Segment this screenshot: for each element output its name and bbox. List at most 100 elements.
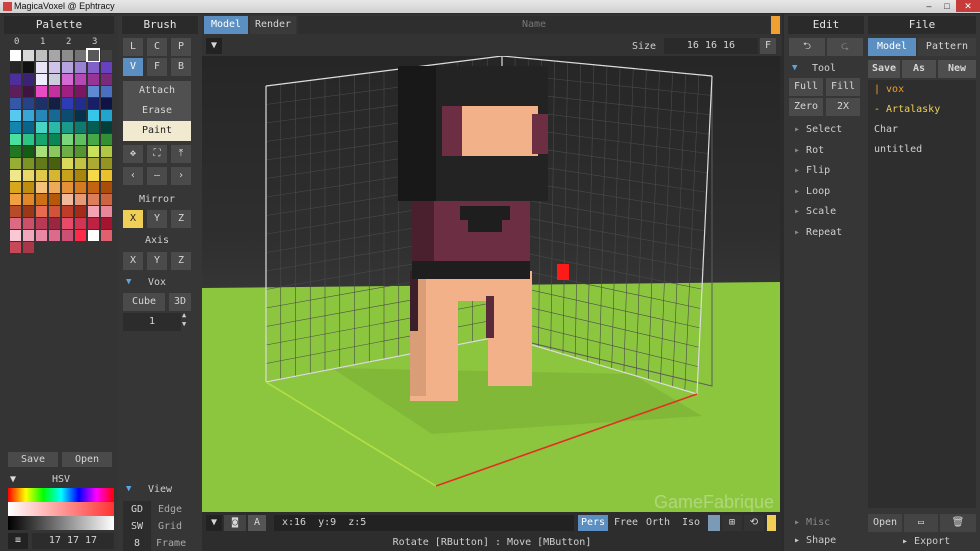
edge-toggle[interactable]: Edge <box>158 504 182 515</box>
file-list-item[interactable]: Char <box>874 124 898 135</box>
palette-swatch[interactable] <box>23 134 34 145</box>
misc-item[interactable]: ▸ Misc <box>794 517 830 528</box>
palette-swatch[interactable] <box>36 158 47 169</box>
palette-swatch[interactable] <box>88 182 99 193</box>
palette-swatch[interactable] <box>23 206 34 217</box>
menu-icon[interactable]: ≡ <box>8 533 28 549</box>
file-tab-pattern[interactable]: Pattern <box>918 38 976 56</box>
palette-swatch[interactable] <box>49 50 60 61</box>
palette-swatch[interactable] <box>101 134 112 145</box>
sw-toggle[interactable]: SW <box>123 518 151 536</box>
saturation-slider[interactable] <box>8 502 114 516</box>
palette-swatch[interactable] <box>23 146 34 157</box>
mirror-y-button[interactable]: Y <box>147 210 167 228</box>
palette-swatch[interactable] <box>10 146 21 157</box>
palette-swatch[interactable] <box>101 74 112 85</box>
palette-swatch[interactable] <box>101 194 112 205</box>
palette-swatch[interactable] <box>62 170 73 181</box>
palette-swatch[interactable] <box>49 170 60 181</box>
close-button[interactable]: ✕ <box>956 0 980 12</box>
view-cube-icon[interactable] <box>708 515 720 531</box>
edit-item-select[interactable]: ▸ Select <box>794 124 842 135</box>
palette-swatch[interactable] <box>10 158 21 169</box>
palette-swatch[interactable] <box>88 98 99 109</box>
palette-swatch[interactable] <box>75 230 86 241</box>
edit-item-flip[interactable]: ▸ Flip <box>794 165 830 176</box>
palette-swatch[interactable] <box>62 134 73 145</box>
palette-swatch[interactable] <box>23 182 34 193</box>
view-toggle-icon[interactable]: ▼ <box>126 484 131 494</box>
palette-swatch[interactable] <box>62 158 73 169</box>
palette-swatch[interactable] <box>62 122 73 133</box>
3d-button[interactable]: 3D <box>169 293 191 311</box>
palette-swatch[interactable] <box>23 158 34 169</box>
palette-swatch[interactable] <box>88 170 99 181</box>
palette-swatch[interactable] <box>75 134 86 145</box>
palette-swatch[interactable] <box>49 230 60 241</box>
tab-render[interactable]: Render <box>250 16 296 34</box>
palette-swatch[interactable] <box>10 170 21 181</box>
2x-button[interactable]: 2X <box>826 98 860 116</box>
palette-swatch[interactable] <box>62 206 73 217</box>
palette-swatch[interactable] <box>10 98 21 109</box>
axis-z-button[interactable]: Z <box>171 252 191 270</box>
prev-icon[interactable]: ‹ <box>123 167 143 185</box>
grid-toggle[interactable]: Grid <box>158 521 182 532</box>
hue-slider[interactable] <box>8 488 114 502</box>
palette-swatch[interactable] <box>23 122 34 133</box>
vox-toggle-icon[interactable]: ▼ <box>126 277 131 287</box>
palette-swatch[interactable] <box>10 218 21 229</box>
palette-swatch[interactable] <box>101 50 112 61</box>
palette-swatch[interactable] <box>88 122 99 133</box>
tab-model[interactable]: Model <box>204 16 248 34</box>
size-field[interactable]: 16 16 16 <box>664 38 758 54</box>
palette-swatch[interactable] <box>23 170 34 181</box>
palette-swatch[interactable] <box>36 74 47 85</box>
brush-mode-l[interactable]: L <box>123 38 143 56</box>
palette-swatch[interactable] <box>88 146 99 157</box>
palette-swatch[interactable] <box>75 110 86 121</box>
name-field[interactable]: Name <box>298 16 770 34</box>
undo-icon[interactable]: ⮌ <box>789 38 825 56</box>
palette-swatch[interactable] <box>49 206 60 217</box>
palette-swatch[interactable] <box>49 122 60 133</box>
frame-view-icon[interactable]: ⊞ <box>722 515 742 531</box>
brush-mode-v[interactable]: V <box>123 58 143 76</box>
orth-button[interactable]: Orth <box>646 517 670 528</box>
edit-item-repeat[interactable]: ▸ Repeat <box>794 227 842 238</box>
zero-button[interactable]: Zero <box>789 98 823 116</box>
trash-icon[interactable]: 🗑 <box>940 514 976 532</box>
palette-swatch[interactable] <box>62 62 73 73</box>
pers-button[interactable]: Pers <box>578 515 608 531</box>
palette-swatch[interactable] <box>49 158 60 169</box>
palette-swatch[interactable] <box>75 170 86 181</box>
palette-swatch[interactable] <box>62 74 73 85</box>
palette-swatch[interactable] <box>10 134 21 145</box>
camera-icon[interactable]: ◙ <box>224 515 246 531</box>
palette-swatch[interactable] <box>36 206 47 217</box>
palette-swatch[interactable] <box>101 230 112 241</box>
edit-item-loop[interactable]: ▸ Loop <box>794 186 830 197</box>
palette-swatch[interactable] <box>23 242 34 253</box>
palette-save-button[interactable]: Save <box>8 452 58 467</box>
mirror-z-button[interactable]: Z <box>171 210 191 228</box>
palette-swatch[interactable] <box>10 50 21 61</box>
palette-swatch[interactable] <box>88 62 99 73</box>
brush-mode-f[interactable]: F <box>147 58 167 76</box>
edit-item-rot[interactable]: ▸ Rot <box>794 145 824 156</box>
palette-swatch[interactable] <box>75 122 86 133</box>
palette-swatch[interactable] <box>62 50 73 61</box>
file-tab-model[interactable]: Model <box>868 38 916 56</box>
palette-swatch[interactable] <box>49 86 60 97</box>
palette-page-tab[interactable]: 3 <box>92 37 97 47</box>
palette-swatch[interactable] <box>49 218 60 229</box>
minus-icon[interactable]: – <box>147 167 167 185</box>
palette-swatch[interactable] <box>36 50 47 61</box>
palette-swatch[interactable] <box>101 98 112 109</box>
palette-swatch[interactable] <box>101 62 112 73</box>
palette-swatch[interactable] <box>36 218 47 229</box>
palette-swatch[interactable] <box>75 206 86 217</box>
palette-swatch[interactable] <box>88 134 99 145</box>
gd-toggle[interactable]: GD <box>123 501 151 519</box>
palette-swatch[interactable] <box>101 170 112 181</box>
